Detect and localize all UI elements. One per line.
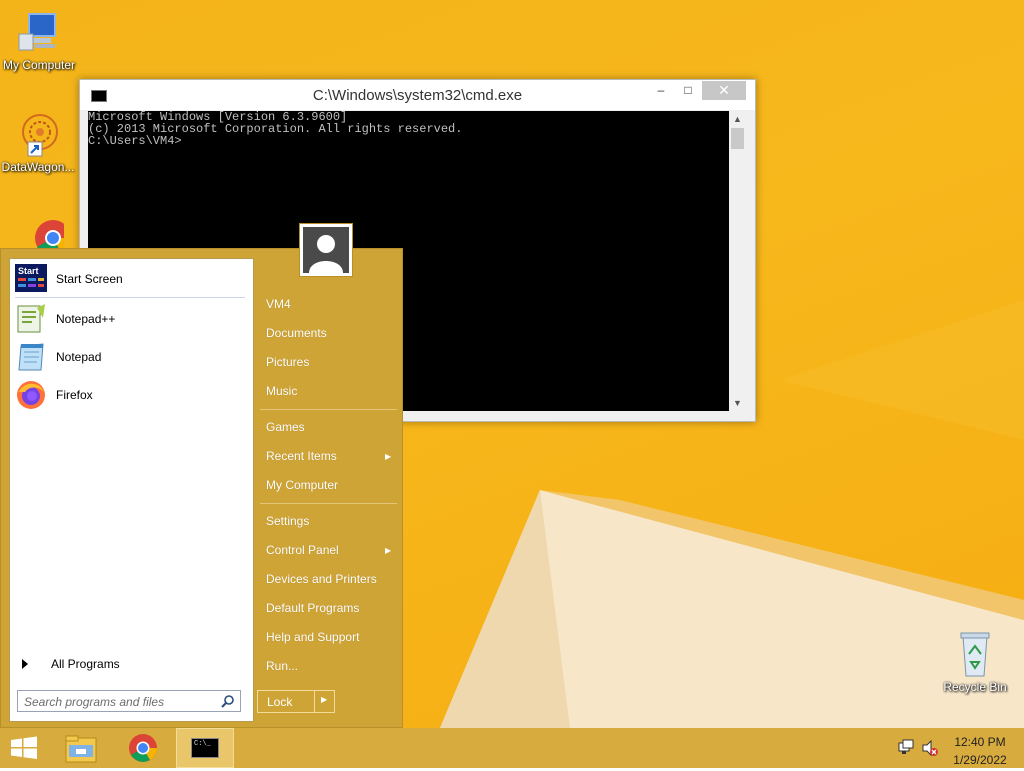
start-badge: Start	[18, 266, 39, 276]
submenu-arrow-icon: ▶	[385, 546, 392, 555]
console-prompt: C:\Users\VM4>	[88, 134, 182, 148]
start-menu: Start Start Screen Notepad++ Notepad Fir…	[0, 248, 403, 728]
pinned-label: Firefox	[56, 388, 93, 402]
pinned-label: Notepad++	[56, 312, 116, 326]
volume-muted-icon[interactable]	[920, 728, 940, 768]
divider	[260, 409, 397, 410]
pinned-notepad[interactable]: Notepad	[15, 340, 245, 374]
folder-icon	[65, 735, 97, 763]
desktop-icon-label: My Computer	[2, 58, 76, 72]
triangle-right-icon	[22, 659, 28, 669]
clock-time: 12:40 PM	[954, 735, 1006, 749]
cmd-titlebar[interactable]: C:\Windows\system32\cmd.exe – □ ✕	[80, 80, 755, 110]
start-link-run[interactable]: Run...	[266, 659, 298, 673]
desktop: My Computer DataWagon... Recycle Bin C:\…	[0, 0, 1024, 728]
taskbar-file-explorer[interactable]	[60, 728, 102, 768]
taskbar: C:\_ 12:40 PM 1/29/2022	[0, 728, 1024, 768]
submenu-arrow-icon: ▶	[385, 452, 392, 461]
start-link-devices-and-printers[interactable]: Devices and Printers	[266, 572, 377, 586]
notepad-icon	[15, 342, 47, 372]
recycle-bin-icon	[951, 630, 999, 678]
monitor-icon	[15, 8, 63, 56]
start-link-games[interactable]: Games	[266, 420, 305, 434]
divider	[260, 503, 397, 504]
taskbar-cmd[interactable]: C:\_	[176, 728, 234, 768]
divider	[314, 691, 315, 712]
pinned-firefox[interactable]: Firefox	[15, 378, 245, 412]
start-screen-icon: Start	[15, 264, 47, 294]
start-menu-programs-pane: Start Start Screen Notepad++ Notepad Fir…	[9, 258, 254, 722]
start-link-settings[interactable]: Settings	[266, 514, 309, 528]
pinned-label: Start Screen	[56, 272, 123, 286]
minimize-button[interactable]: –	[648, 81, 674, 100]
windows-logo-icon	[11, 736, 37, 759]
datawagon-shortcut-icon	[14, 110, 62, 158]
start-link-recent-items[interactable]: Recent Items	[266, 449, 337, 463]
start-link-documents[interactable]: Documents	[266, 326, 327, 340]
desktop-icon-recycle-bin[interactable]: Recycle Bin	[937, 630, 1013, 694]
all-programs-label: All Programs	[51, 657, 120, 671]
start-button[interactable]	[0, 728, 48, 768]
system-clock[interactable]: 12:40 PM 1/29/2022	[948, 735, 1012, 767]
search-icon[interactable]	[221, 694, 235, 708]
user-avatar[interactable]	[299, 223, 353, 277]
scroll-down-arrow[interactable]: ▼	[729, 395, 746, 411]
scroll-up-arrow[interactable]: ▲	[729, 111, 746, 127]
start-link-help-and-support[interactable]: Help and Support	[266, 630, 359, 644]
pinned-start-screen[interactable]: Start Start Screen	[15, 262, 245, 296]
desktop-icon-label: DataWagon...	[1, 160, 75, 174]
desktop-icon-datawagon[interactable]: DataWagon...	[0, 110, 76, 174]
firefox-icon	[15, 380, 47, 410]
console-scrollbar[interactable]: ▲ ▼	[729, 111, 746, 411]
start-link-user[interactable]: VM4	[266, 297, 291, 311]
pinned-label: Notepad	[56, 350, 102, 364]
power-options-arrow-icon[interactable]: ▶	[321, 695, 327, 704]
start-link-control-panel[interactable]: Control Panel	[266, 543, 339, 557]
start-link-music[interactable]: Music	[266, 384, 297, 398]
maximize-button[interactable]: □	[675, 81, 701, 100]
start-link-default-programs[interactable]: Default Programs	[266, 601, 359, 615]
desktop-icon-label: Recycle Bin	[943, 680, 1007, 694]
search-input[interactable]: Search programs and files	[17, 690, 241, 712]
divider	[15, 297, 245, 298]
search-placeholder: Search programs and files	[24, 695, 165, 709]
start-link-my-computer[interactable]: My Computer	[266, 478, 338, 492]
clock-date: 1/29/2022	[953, 753, 1007, 767]
close-button[interactable]: ✕	[702, 81, 746, 100]
chrome-icon	[129, 734, 157, 762]
taskbar-chrome[interactable]	[122, 728, 164, 768]
console-icon: C:\_	[191, 738, 219, 758]
desktop-icon-my-computer[interactable]: My Computer	[1, 8, 77, 72]
notepad-plus-plus-icon	[15, 304, 47, 334]
console-line: (c) 2013 Microsoft Corporation. All righ…	[88, 122, 463, 136]
network-icon[interactable]	[897, 728, 915, 768]
user-silhouette-icon	[309, 235, 343, 273]
all-programs-button[interactable]: All Programs	[20, 657, 240, 677]
start-link-pictures[interactable]: Pictures	[266, 355, 309, 369]
scroll-thumb[interactable]	[731, 128, 744, 149]
lock-label: Lock	[267, 695, 293, 709]
lock-button[interactable]: Lock ▶	[257, 690, 335, 713]
pinned-notepad-plus-plus[interactable]: Notepad++	[15, 302, 245, 336]
